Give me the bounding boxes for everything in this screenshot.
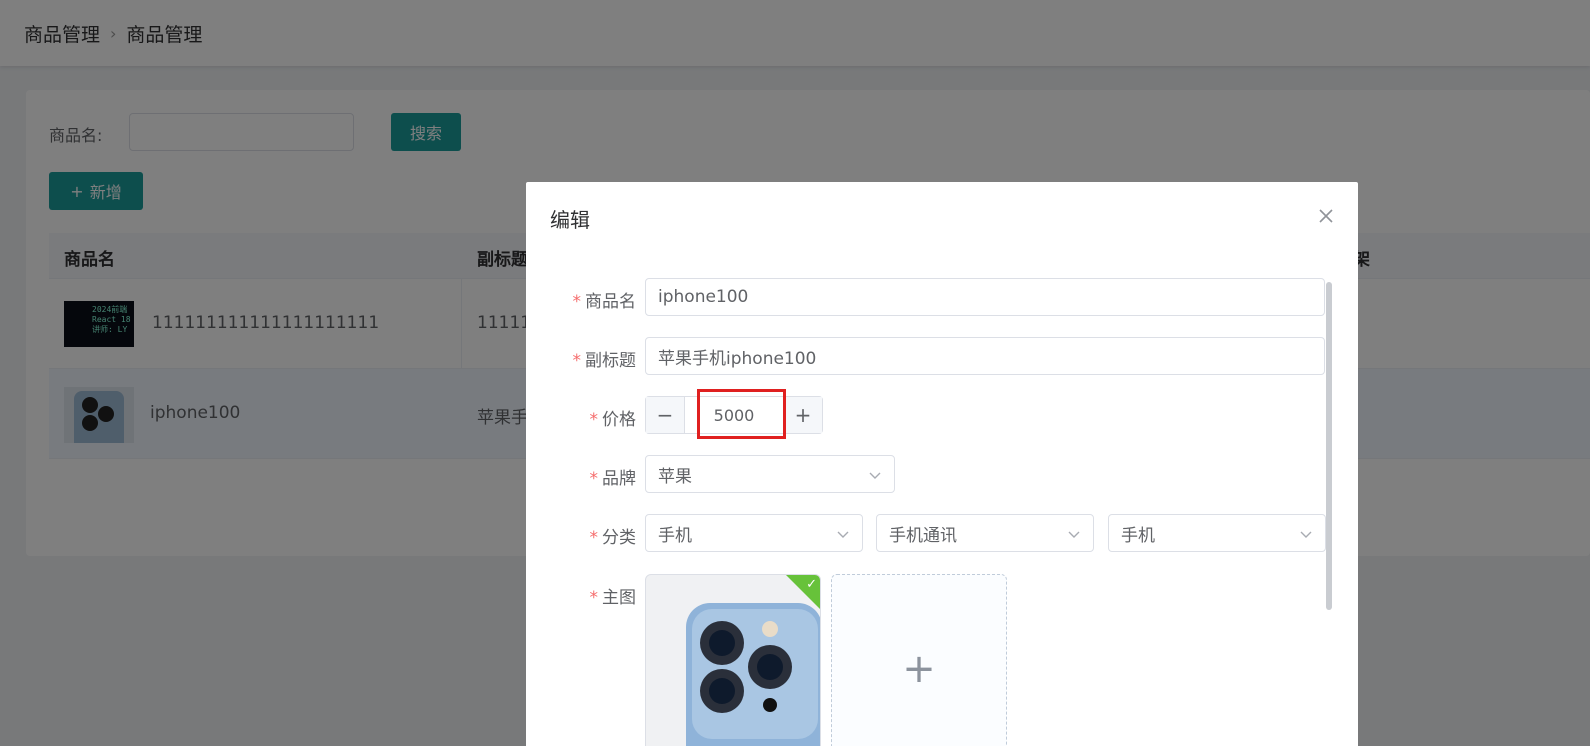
form-label-subtitle: * 副标题 [572,351,637,371]
check-icon: ✓ [806,577,817,592]
scrollbar[interactable] [1326,282,1332,610]
form-label-brand: * 品牌 [589,469,637,489]
form-item-brand: * 品牌 苹果 [526,455,1336,495]
form-label-name: * 商品名 [572,292,637,312]
increase-button[interactable]: + [783,397,822,433]
chevron-down-icon [869,472,881,479]
form-item-name: * 商品名 iphone100 [526,278,1336,318]
upload-add-button[interactable]: + [831,574,1007,746]
form-label-image: * 主图 [589,588,637,608]
edit-dialog: 编辑 * 商品名 iphone100 * 副标题 苹果手机iphone100 * 价格… [526,182,1358,746]
highlight-box [697,389,786,439]
category-select-2[interactable]: 手机通讯 [876,514,1094,552]
close-icon[interactable] [1316,206,1336,226]
form-label-price: * 价格 [589,410,637,430]
subtitle-field[interactable]: 苹果手机iphone100 [645,337,1325,375]
form-item-category: * 分类 手机 手机通讯 手机 [526,514,1336,554]
form-item-price: * 价格 − 5000 + [526,396,1336,436]
decrease-button[interactable]: − [646,397,685,433]
dialog-title: 编辑 [550,208,590,232]
category-select-1[interactable]: 手机 [645,514,863,552]
form-item-image: * 主图 ✓ + [526,574,1336,746]
form-label-category: * 分类 [589,528,637,548]
form-item-subtitle: * 副标题 苹果手机iphone100 [526,337,1336,377]
name-field[interactable]: iphone100 [645,278,1325,316]
category-select-3[interactable]: 手机 [1108,514,1326,552]
chevron-down-icon [1300,531,1312,538]
brand-select[interactable]: 苹果 [645,455,895,493]
uploaded-image[interactable]: ✓ [645,574,821,746]
plus-icon: + [902,646,936,692]
chevron-down-icon [837,531,849,538]
chevron-down-icon [1068,531,1080,538]
